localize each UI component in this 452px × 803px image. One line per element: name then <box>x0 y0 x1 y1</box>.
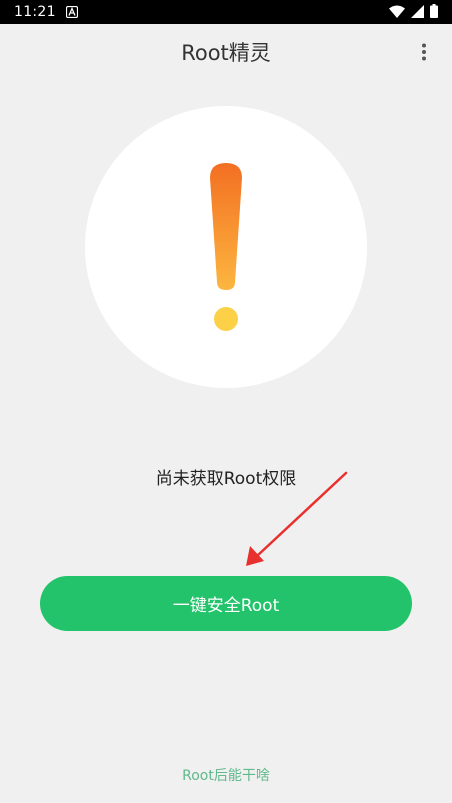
root-benefits-link[interactable]: Root后能干啥 <box>0 765 452 785</box>
one-click-root-button[interactable]: 一键安全Root <box>40 576 412 631</box>
pointer-arrow-icon <box>246 471 348 566</box>
